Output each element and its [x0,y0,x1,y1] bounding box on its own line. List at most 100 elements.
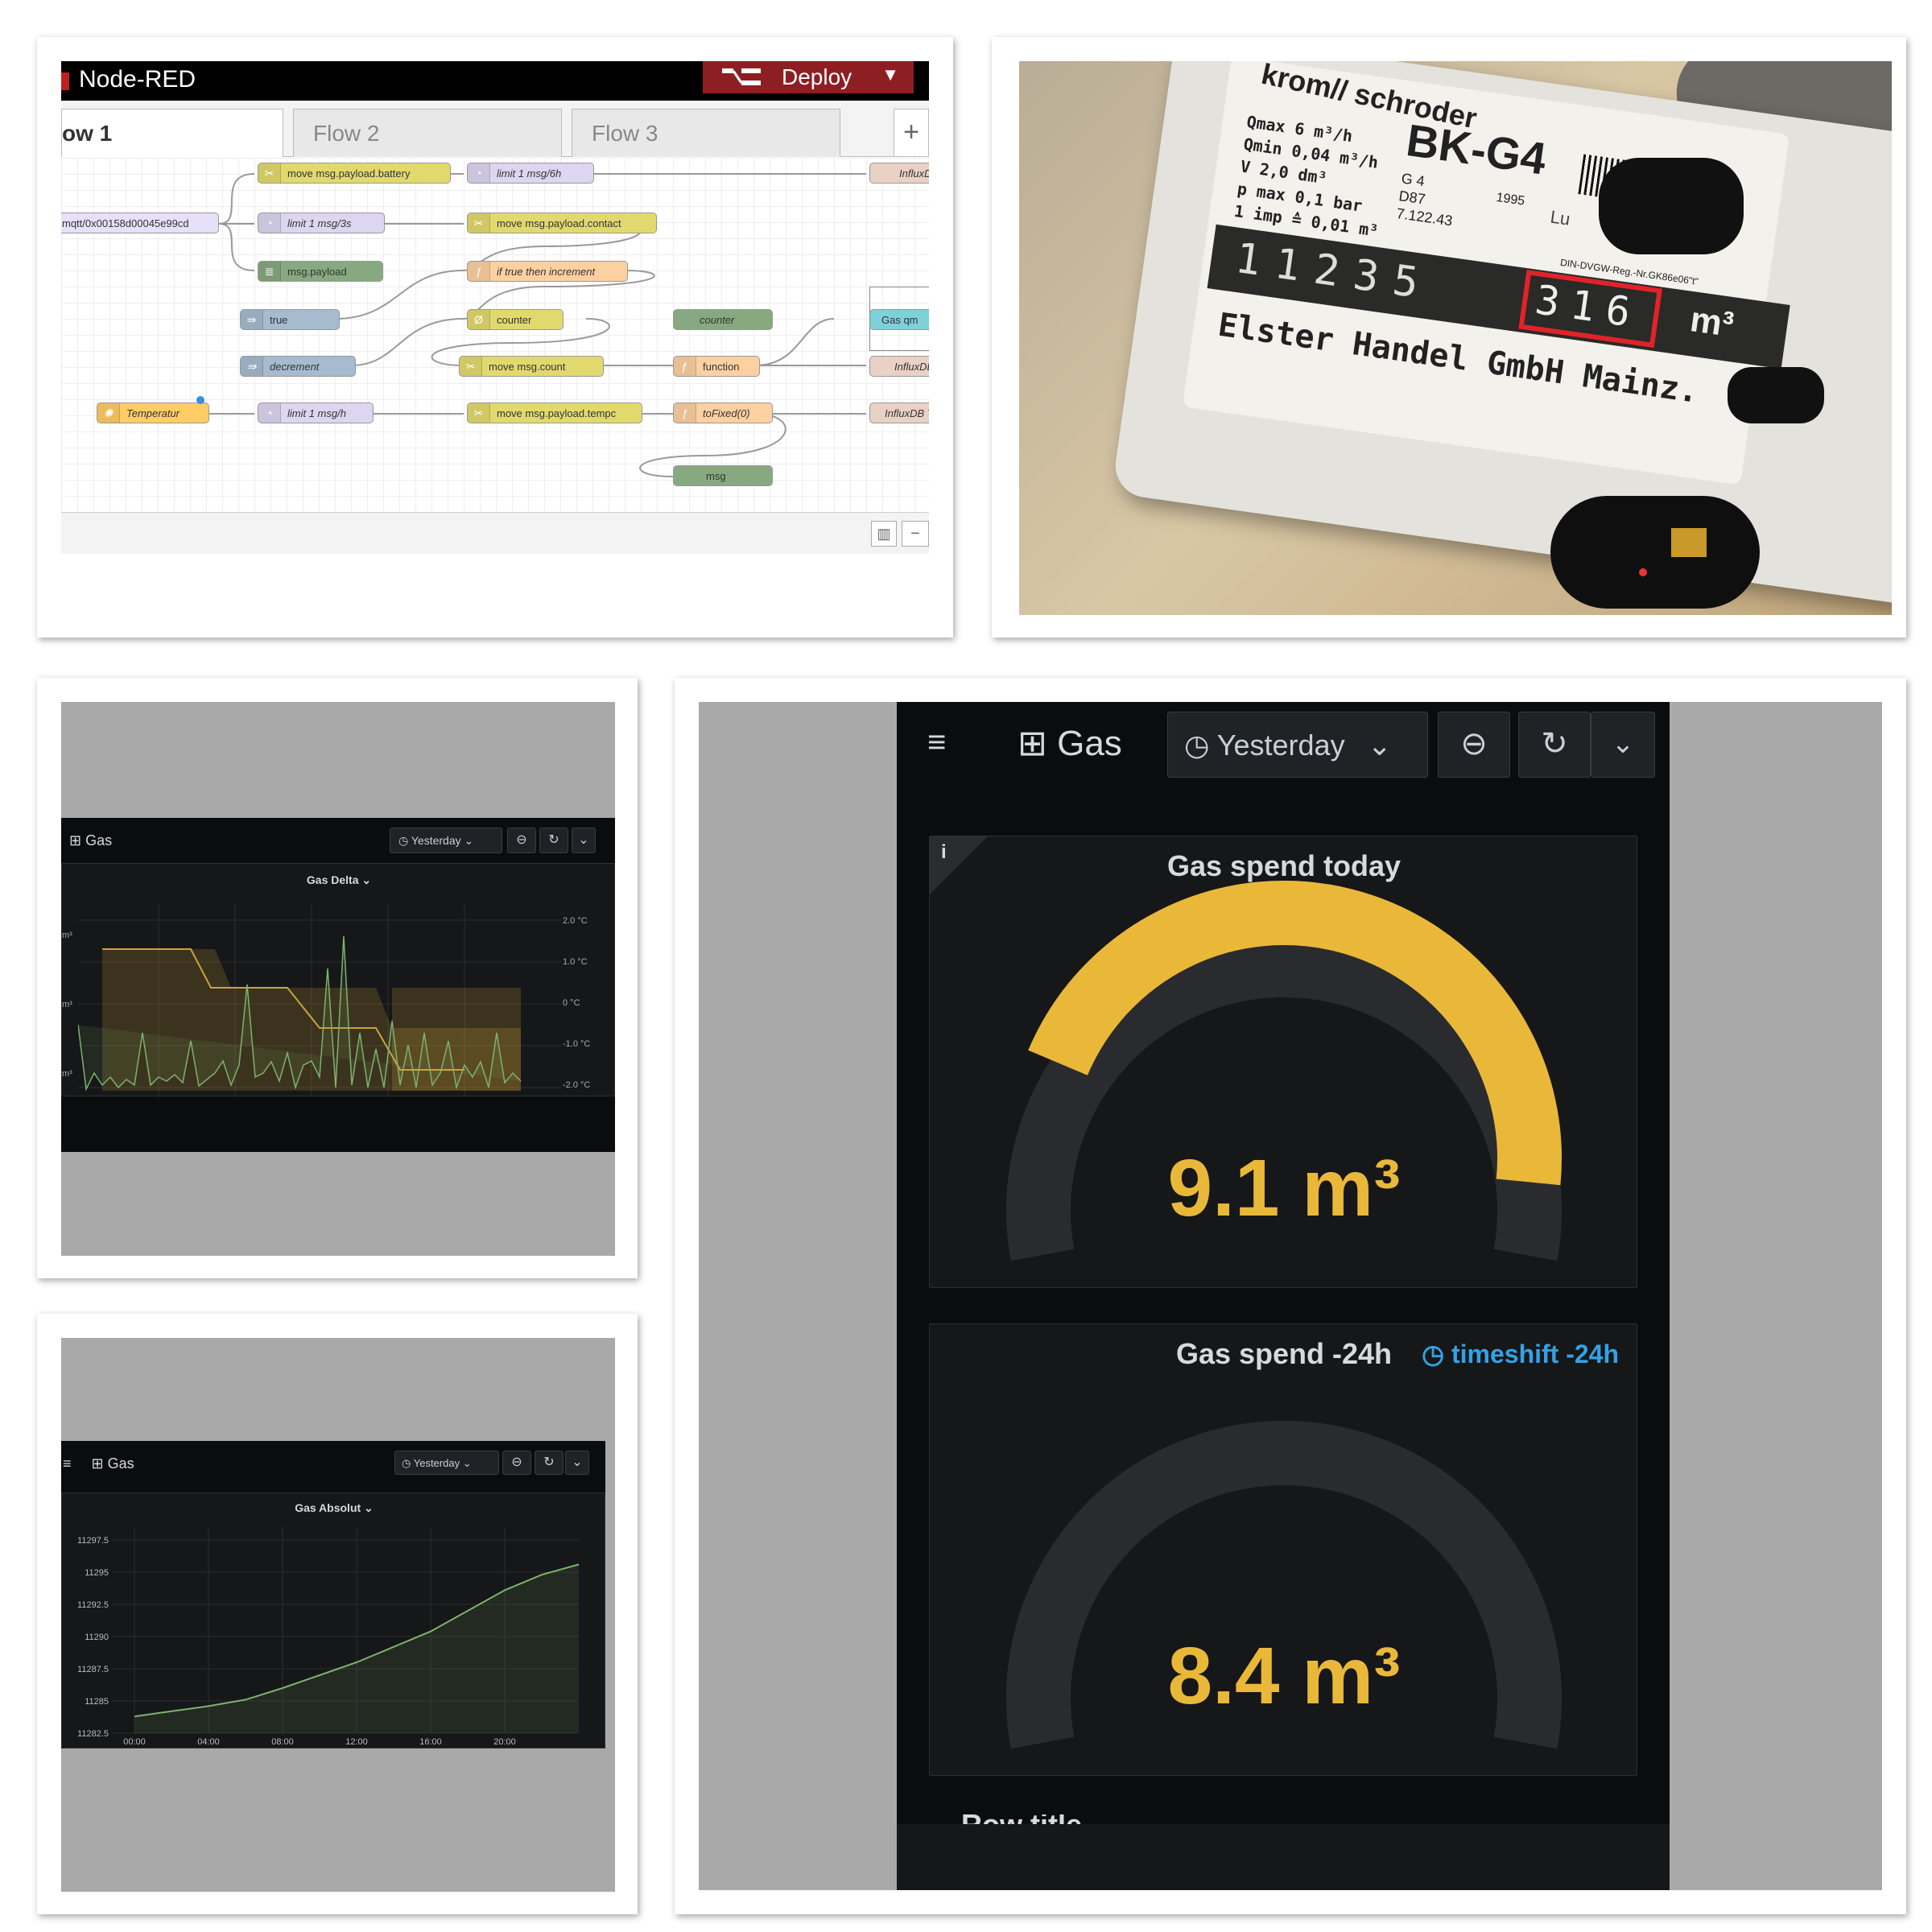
refresh-button[interactable]: ↻ [539,828,568,853]
delay-icon: ◔ [468,163,490,183]
wires [209,173,866,477]
refresh-button[interactable]: ↻ [535,1451,564,1475]
grid-icon: ⊞ [69,832,82,848]
node-debug-payload[interactable]: ≣ msg.payload [258,261,383,282]
function-icon: ƒ [674,403,696,423]
zoom-out-button[interactable]: ⊖ [1438,712,1510,778]
node-label: move msg.payload.tempc [497,407,617,419]
chevron-down-icon[interactable]: ▼ [881,64,899,85]
node-label: move msg.payload.contact [497,217,621,229]
nodered-header: Node-RED Deploy ▼ [61,61,929,101]
node-label: move msg.payload.battery [287,167,411,180]
x-tick-label: 16:00 [419,1737,442,1747]
function-icon: ƒ [674,357,696,376]
change-icon: ✂ [460,357,482,376]
refresh-button[interactable]: ↻ [1518,712,1591,778]
node-label: Temperatur [126,407,180,419]
panel-title[interactable]: Gas Delta ⌄ [62,873,616,887]
node-inject-decrement[interactable]: ⇛ decrement [240,356,356,377]
node-label: msg.payload [287,266,347,278]
node-function[interactable]: ƒ function [673,356,760,377]
time-picker[interactable]: ◷ Yesterday ⌄ [390,828,502,853]
grid-icon: ⊞ [1018,724,1047,763]
digit: 6 [1602,286,1645,338]
y-tick-label: 11285 [85,1697,109,1707]
decimal-digits: 316 [1518,270,1662,348]
deploy-label: Deploy [782,64,852,89]
zoom-out-button[interactable]: ⊖ [502,1451,531,1475]
x-tick-label: 12:00 [345,1737,368,1747]
function-icon: ƒ [468,262,490,281]
delay-icon: ◔ [258,403,281,423]
node-battery[interactable]: ✂ move msg.payload.battery [258,163,451,184]
y-tick: m³ [62,1000,72,1009]
change-icon: ✂ [468,403,490,423]
grafana-mobile: ≡ ⊞ Gas ◷ Yesterday ⌄ ⊖ ↻ ⌄ i Gas spend … [897,702,1670,1890]
node-influx-3[interactable]: InfluxDB Te [869,402,929,423]
panel-title[interactable]: Gas Absolut ⌄ [62,1501,606,1515]
inject-icon: ⇛ [241,310,263,329]
meter-codes: G 4 D87 7.122.43 [1395,169,1459,229]
gas-absolut-chart: 11297.5 11295 11292.5 11290 11287.5 11285 1128… [77,1527,580,1747]
digit: 1 [1232,233,1279,288]
flow-tabs: ow 1 Flow 2 Flow 3 + [61,101,929,157]
dashboard-title[interactable]: ⊞ Gas [69,832,112,849]
flow-canvas[interactable]: ✂ move msg.payload.battery ◔ limit 1 msg/6… [61,158,929,512]
node-temperatur[interactable]: ✺ Temperatur [97,402,209,423]
y-tick-label: 11297.5 [77,1536,109,1546]
node-label: limit 1 msg/6h [497,167,562,180]
y-tick: m³ [62,1069,72,1079]
node-label: limit 1 msg/3s [287,217,352,229]
node-influx-1[interactable]: InfluxDB [869,163,929,184]
node-limit-3s[interactable]: ◔ limit 1 msg/3s [258,213,385,233]
y-tick: m³ [62,931,72,940]
y-tick-label: 11290 [85,1633,109,1642]
gauge-today-value: 9.1 m³ [1167,1143,1401,1233]
node-contact[interactable]: ✂ move msg.payload.contact [467,213,657,233]
meter-digits: 11235 [1232,234,1436,310]
time-picker[interactable]: ◷ Yesterday ⌄ [1167,712,1428,778]
tab-flow-1[interactable]: ow 1 [61,109,283,157]
menu-icon[interactable]: ≡ [63,1455,72,1472]
gas-delta-screenshot: ⊞ Gas ◷ Yesterday ⌄ ⊖ ↻ ⌄ Gas Delta ⌄ m³… [61,702,615,1256]
grafana-mini-2: ≡ ⊞ Gas ◷ Yesterday ⌄ ⊖ ↻ ⌄ Gas Absolut … [61,1441,605,1748]
node-tempc[interactable]: ✂ move msg.payload.tempc [467,402,642,423]
digit: 5 [1389,256,1436,310]
zoom-out-button[interactable]: − [902,521,929,547]
node-label: decrement [270,361,320,373]
zoom-out-button[interactable]: ⊖ [507,828,536,853]
menu-icon[interactable]: ≡ [927,724,946,761]
delay-icon: ◔ [258,213,281,233]
dashboard-title[interactable]: ⊞ Gas [1018,723,1122,764]
refresh-interval-button[interactable]: ⌄ [565,1451,589,1475]
node-move-count[interactable]: ✂ move msg.count [459,356,604,377]
node-debug-msg[interactable]: msg [673,465,773,486]
tab-flow-3[interactable]: Flow 3 [572,109,840,157]
panel-title-text: Gas Delta [306,873,359,886]
add-flow-button[interactable]: + [894,109,929,157]
dashboard-title[interactable]: ≡ ⊞ Gas [63,1455,134,1472]
deploy-button[interactable]: Deploy ▼ [703,61,914,93]
app-title: Node-RED [79,66,196,93]
status-dot [196,396,204,404]
digit: 3 [1350,250,1397,304]
node-counter[interactable]: Øcounter [467,309,564,330]
refresh-interval-button[interactable]: ⌄ [572,828,596,853]
time-picker[interactable]: ◷ Yesterday ⌄ [394,1451,499,1475]
node-inject-true[interactable]: ⇛ true [240,309,340,330]
dashboard-name: Gas [85,832,113,848]
y-tick-label: 11287.5 [77,1665,109,1674]
node-debug-counter[interactable]: counter [673,309,773,330]
node-limit-6h[interactable]: ◔ limit 1 msg/6h [467,163,594,184]
tab-flow-2[interactable]: Flow 2 [293,109,562,157]
node-if-true[interactable]: ƒ if true then increment [467,261,628,282]
node-tofixed[interactable]: ƒ toFixed(0) [673,402,773,423]
digit: 2 [1311,245,1357,299]
meter-lu: Lu [1549,206,1572,229]
node-influx-2[interactable]: InfluxDB [869,356,929,377]
refresh-interval-button[interactable]: ⌄ [1591,712,1655,778]
node-mqtt[interactable]: mqtt/0x00158d00045e99cd [61,213,219,233]
x-tick-label: 20:00 [493,1737,516,1747]
map-icon[interactable]: ▥ [871,521,897,547]
node-limit-h[interactable]: ◔ limit 1 msg/h [258,402,374,423]
